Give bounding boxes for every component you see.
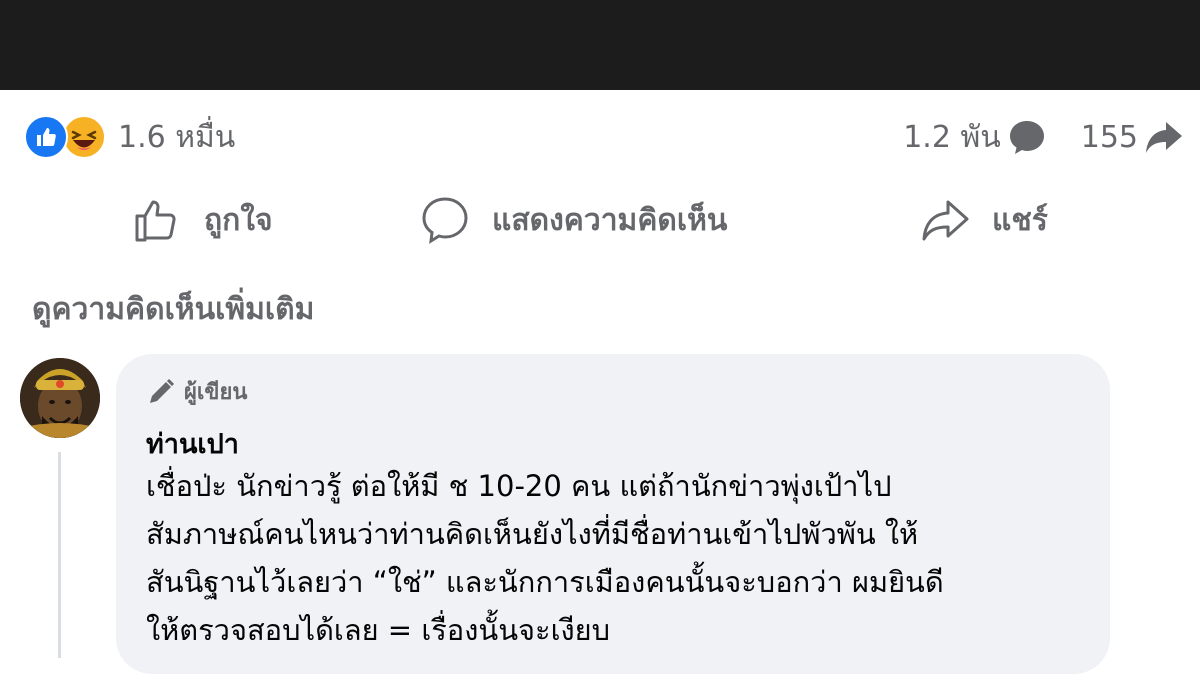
comments-count-label: 1.2 พัน <box>903 119 1001 155</box>
comment-bubble: ผู้เขียน ท่านเปา เชื่อป่ะ นักข่าวรู้ ต่อ… <box>116 354 1110 674</box>
share-icon <box>922 200 969 241</box>
view-more-comments-link[interactable]: ดูความคิดเห็นเพิ่มเติม <box>32 286 314 333</box>
share-button[interactable]: แชร์ <box>920 194 1048 246</box>
thumbs-up-icon <box>135 200 176 242</box>
comment-line: เชื่อป่ะ นักข่าวรู้ ต่อให้มี ช 10-20 คน … <box>146 469 892 503</box>
comment-button[interactable]: แสดงความคิดเห็น <box>420 194 727 246</box>
author-badge-label: ผู้เขียน <box>184 380 248 405</box>
comment-line: สันนิฐานไว้เลยว่า “ใช่” และนักการเมืองคน… <box>146 565 944 599</box>
share-button-label: แชร์ <box>992 202 1048 238</box>
like-button[interactable]: ถูกใจ <box>132 194 273 246</box>
like-button-label: ถูกใจ <box>204 202 273 238</box>
comment-thread-line <box>58 452 61 658</box>
post-actions: ถูกใจ แสดงความคิดเห็น แชร์ <box>0 182 1200 260</box>
commenter-name[interactable]: ท่านเปา <box>146 422 239 465</box>
reactions-summary[interactable]: 1.6 หมื่น <box>24 114 235 160</box>
comment-line: สัมภาษณ์คนไหนว่าท่านคิดเห็นยังไงที่มีชื่… <box>146 517 919 551</box>
commenter-avatar[interactable] <box>20 358 100 438</box>
haha-icon <box>62 115 106 159</box>
top-bar <box>0 0 1200 90</box>
comment-button-label: แสดงความคิดเห็น <box>492 202 728 238</box>
share-arrow-icon <box>1146 122 1182 153</box>
pencil-icon <box>150 378 175 403</box>
comments-count[interactable]: 1.2 พัน <box>903 114 1047 161</box>
comment-text: เชื่อป่ะ นักข่าวรู้ ต่อให้มี ช 10-20 คน … <box>146 462 1096 654</box>
comment-bubble-icon <box>1009 121 1044 154</box>
comment-icon <box>422 197 468 244</box>
engagement-stats: 1.6 หมื่น 1.2 พัน 155 <box>0 90 1200 182</box>
author-badge: ผู้เขียน <box>146 374 247 409</box>
like-icon <box>24 115 68 159</box>
comment-line: ให้ตรวจสอบได้เลย = เรื่องนั้นจะเงียบ <box>146 613 611 647</box>
reaction-count: 1.6 หมื่น <box>118 119 236 155</box>
shares-count[interactable]: 155 <box>1081 117 1184 157</box>
shares-count-label: 155 <box>1080 119 1138 155</box>
